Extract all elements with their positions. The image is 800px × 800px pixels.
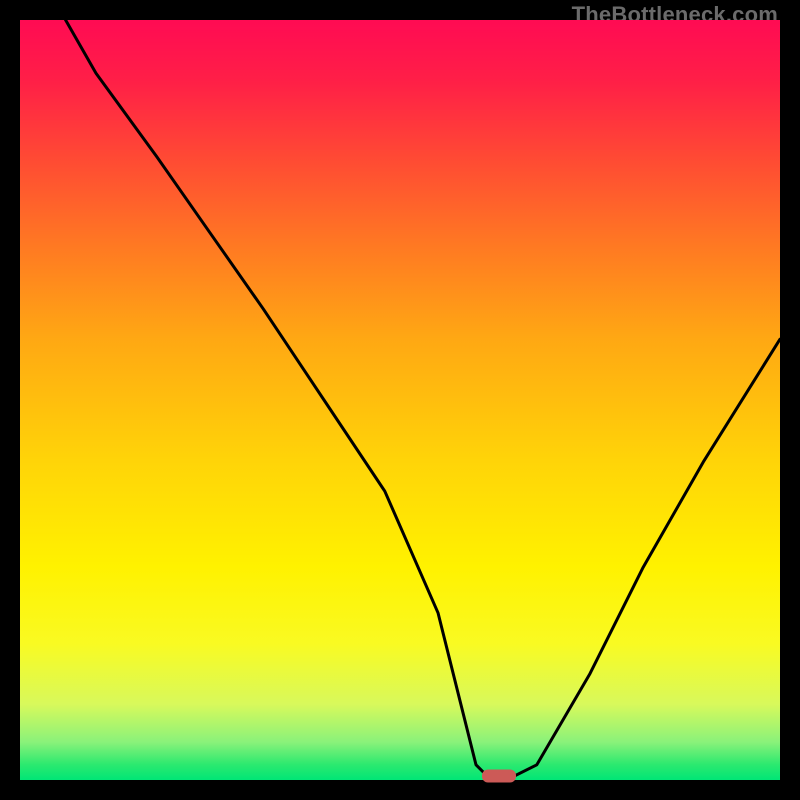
plot-area — [20, 20, 780, 780]
chart-container: TheBottleneck.com — [0, 0, 800, 800]
bottleneck-curve — [20, 20, 780, 780]
optimal-point-marker — [482, 770, 516, 783]
